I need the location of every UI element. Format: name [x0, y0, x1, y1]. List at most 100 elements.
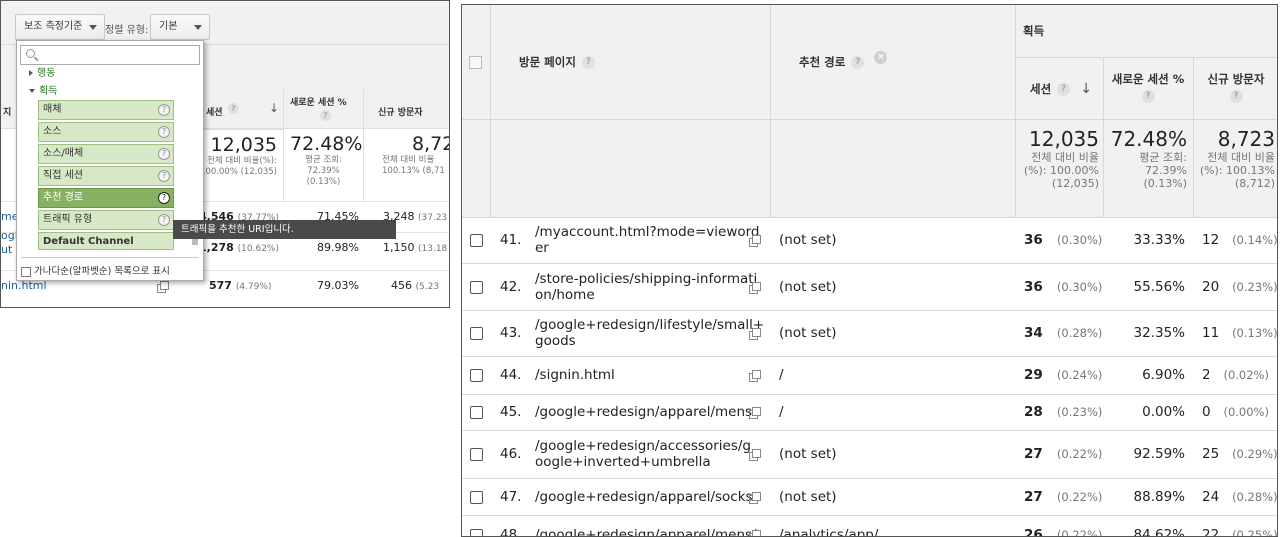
landing-page-link[interactable]: /signin.html: [535, 367, 760, 383]
landing-page-link[interactable]: /google+redesign/apparel/mens/: [535, 527, 760, 536]
row-number: 41.: [500, 232, 522, 248]
open-link-icon[interactable]: [157, 281, 169, 293]
open-link-icon[interactable]: [749, 449, 761, 461]
landing-page-link[interactable]: /store-policies/shipping-informati on/hom…: [535, 271, 760, 303]
dimension-search-input[interactable]: [20, 45, 200, 65]
sort-type-value: 기본: [159, 21, 178, 32]
new-users-value: 12 (0.14%): [1202, 232, 1278, 248]
open-link-icon[interactable]: [749, 492, 761, 504]
alpha-order-checkbox[interactable]: 가나다순(알파벳순) 목록으로 표시: [21, 263, 170, 277]
row-checkbox[interactable]: [470, 491, 483, 504]
option-default-channel[interactable]: Default Channel: [38, 232, 174, 250]
option-direct-session[interactable]: 직접 세션?: [38, 166, 174, 186]
group-behavior[interactable]: 행동: [29, 64, 55, 79]
new-users-header[interactable]: 신규 방문자 ?: [1193, 71, 1277, 103]
help-icon[interactable]: ?: [158, 104, 170, 116]
row-checkbox[interactable]: [470, 281, 483, 294]
open-link-icon[interactable]: [749, 370, 761, 382]
row-number: 48.: [500, 527, 522, 537]
option-traffic-type[interactable]: 트래픽 유형?: [38, 210, 174, 230]
new-sessions-value: 6.90%: [1142, 367, 1185, 383]
sessions-header[interactable]: 세션? ↓: [1030, 81, 1092, 97]
secondary-dimension-dropdown[interactable]: 보조 측정기준: [15, 14, 106, 40]
sort-descending-icon[interactable]: ↓: [1080, 81, 1092, 97]
row-number: 47.: [500, 489, 522, 505]
referral-path-value: /: [779, 404, 784, 420]
landing-page-link[interactable]: /google+redesign/accessories/g oogle+inve…: [535, 438, 760, 470]
row-number: 44.: [500, 367, 522, 383]
row-checkbox[interactable]: [470, 529, 483, 536]
help-icon[interactable]: ?: [158, 170, 170, 182]
table-row: 44. /signin.html / 29 (0.24%) 6.90% 2 (0.02%): [462, 356, 1277, 394]
popup-divider: [21, 257, 199, 258]
open-link-icon[interactable]: [749, 407, 761, 419]
chevron-down-icon: [194, 25, 202, 30]
checkbox-icon[interactable]: [21, 266, 31, 277]
new-sessions-value: 32.35%: [1133, 325, 1185, 341]
row-checkbox[interactable]: [470, 327, 483, 340]
new-sessions-header[interactable]: 새로운 세션 % ?: [1103, 71, 1193, 103]
new-sessions-total: 72.48% 평균 조회: 72.39% (0.13%): [283, 129, 363, 201]
open-link-icon[interactable]: [749, 530, 761, 536]
help-icon[interactable]: ?: [158, 192, 170, 204]
row-checkbox[interactable]: [470, 406, 483, 419]
option-medium[interactable]: 매체?: [38, 100, 174, 120]
new-users-total: 8,723 전체 대비 비율 (%): 100.13% (8,712): [1199, 127, 1275, 190]
help-icon[interactable]: ?: [320, 110, 331, 121]
table-row: 48. /google+redesign/apparel/mens/ /analyt…: [462, 515, 1277, 537]
open-link-icon[interactable]: [749, 328, 761, 340]
table-row: 42. /store-policies/shipping-informati on/…: [462, 263, 1277, 310]
open-link-icon[interactable]: [749, 282, 761, 294]
new-sessions-value: 92.59%: [1133, 446, 1185, 462]
report-toolbar: 보조 측정기준 정렬 유형: 기본: [1, 1, 449, 45]
option-source-medium[interactable]: 소스/매체?: [38, 144, 174, 164]
row-number: 46.: [500, 446, 522, 462]
new-sessions-header[interactable]: 새로운 세션 % ?: [283, 89, 363, 129]
new-users-value: 25 (0.29%): [1202, 446, 1278, 462]
table-row: 43. /google+redesign/lifestyle/small+ good…: [462, 310, 1278, 356]
new-users-header[interactable]: 신규 방문자: [363, 89, 449, 129]
open-link-icon[interactable]: [749, 235, 761, 247]
help-icon[interactable]: ?: [228, 103, 239, 114]
sessions-value: 29 (0.24%): [1024, 367, 1103, 383]
help-icon[interactable]: ?: [1141, 90, 1155, 103]
secondary-dimension-popup: 행동 획득 매체? 소스? 소스/매체? 직접 세션? 추천 경로? 트래픽 유…: [16, 40, 204, 281]
landing-page-link[interactable]: /google+redesign/apparel/socks: [535, 489, 760, 505]
landing-page-link[interactable]: /google+redesign/apparel/mens: [535, 404, 760, 420]
sessions-value: 36 (0.30%): [1024, 279, 1103, 295]
table-row: 47. /google+redesign/apparel/socks (not se…: [462, 478, 1278, 515]
row-checkbox[interactable]: [470, 234, 483, 247]
landing-page-header[interactable]: 방문 페이지?: [519, 54, 595, 70]
sort-type-dropdown[interactable]: 기본: [150, 14, 210, 40]
help-icon[interactable]: ?: [851, 56, 865, 69]
option-source[interactable]: 소스?: [38, 122, 174, 142]
remove-dimension-icon[interactable]: ×: [874, 51, 888, 64]
referral-path-value: (not set): [779, 279, 837, 295]
referral-path-header[interactable]: 추천 경로? ×: [799, 51, 888, 70]
sessions-value: 36 (0.30%): [1024, 232, 1103, 248]
new-sessions-value: 84.62%: [1133, 527, 1185, 537]
help-icon[interactable]: ?: [158, 148, 170, 160]
landing-page-link[interactable]: /myaccount.html?mode=vieword er: [535, 224, 760, 256]
landing-page-link[interactable]: /google+redesign/lifestyle/small+ goods: [535, 317, 764, 349]
help-icon[interactable]: ?: [1057, 83, 1071, 96]
row-checkbox[interactable]: [470, 448, 483, 461]
new-sessions-total: 72.48% 평균 조회: 72.39% (0.13%): [1110, 127, 1187, 190]
table-row: 41. /myaccount.html?mode=vieword er (not se…: [462, 217, 1278, 263]
help-icon[interactable]: ?: [158, 214, 170, 226]
sessions-value: 577 (4.79%): [209, 279, 272, 292]
right-screenshot-panel: 방문 페이지? 추천 경로? × 획득 세션? ↓ 새로운 세션 % ? 신규 …: [461, 4, 1278, 537]
option-referral-path[interactable]: 추천 경로?: [38, 188, 174, 208]
help-icon[interactable]: ?: [1229, 90, 1243, 103]
row-checkbox[interactable]: [470, 369, 483, 382]
sort-descending-icon[interactable]: ↓: [269, 101, 279, 115]
new-users-value: 11 (0.13%): [1202, 325, 1278, 341]
select-all-checkbox[interactable]: [469, 56, 482, 69]
help-icon[interactable]: ?: [581, 56, 595, 69]
row-number: 43.: [500, 325, 522, 341]
group-acquisition[interactable]: 획득: [29, 82, 57, 97]
new-users-value: 24 (0.28%): [1202, 489, 1278, 505]
secondary-dimension-label: 보조 측정기준: [24, 21, 83, 32]
sessions-value: 28 (0.23%): [1024, 404, 1103, 420]
help-icon[interactable]: ?: [158, 126, 170, 138]
